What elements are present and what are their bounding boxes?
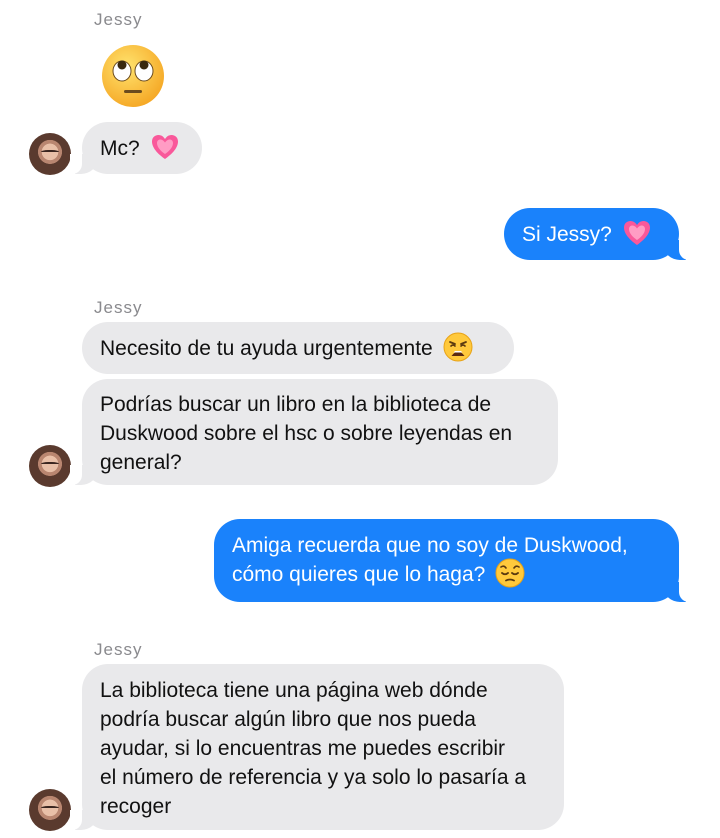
message-line: Amiga recuerda que no soy de Duskwood,: [232, 534, 628, 557]
message-bubble-incoming[interactable]: Necesito de tu ayuda urgentemente: [82, 322, 514, 374]
message-line: el número de referencia y ya solo lo pas…: [100, 766, 527, 789]
message-line: Podrías buscar un libro en la biblioteca…: [100, 393, 492, 416]
avatar[interactable]: [29, 789, 71, 831]
message-bubble-incoming[interactable]: Mc?: [70, 122, 202, 174]
message-line: Duskwood sobre el hsc o sobre leyendas e…: [100, 422, 513, 445]
message-line: podría buscar algún libro que nos pueda: [100, 708, 476, 731]
face-with-rolling-eyes-icon[interactable]: [100, 43, 166, 109]
pensive-face-icon: [495, 558, 525, 588]
weary-face-icon: [443, 332, 473, 362]
message-line: cómo quieres que lo haga?: [232, 563, 486, 586]
sender-name: Jessy: [94, 10, 143, 29]
message-bubble-incoming[interactable]: La biblioteca tiene una página web dónde…: [70, 664, 564, 830]
message-bubble-outgoing[interactable]: Amiga recuerda que no soy de Duskwood, c…: [214, 519, 691, 602]
message-bubble-outgoing[interactable]: Si Jessy?: [504, 208, 691, 260]
message-text: Mc?: [100, 137, 140, 160]
growing-heart-icon: [151, 135, 178, 160]
message-text: Necesito de tu ayuda urgentemente: [100, 337, 433, 360]
avatar[interactable]: [29, 133, 71, 175]
message-line: La biblioteca tiene una página web dónde: [100, 679, 488, 702]
message-line: ayudar, si lo encuentras me puedes escri…: [100, 737, 506, 760]
growing-heart-icon: [623, 221, 650, 246]
message-bubble-incoming[interactable]: Podrías buscar un libro en la biblioteca…: [70, 379, 558, 485]
message-line: general?: [100, 451, 182, 474]
message-text: Si Jessy?: [522, 223, 612, 246]
sender-name: Jessy: [94, 298, 143, 317]
message-line: recoger: [100, 795, 172, 818]
avatar[interactable]: [29, 445, 71, 487]
sender-name: Jessy: [94, 640, 143, 659]
